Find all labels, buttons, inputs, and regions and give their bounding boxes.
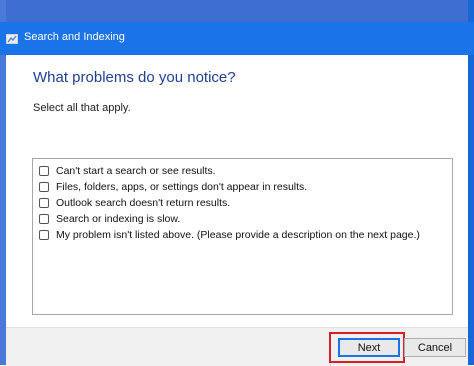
problem-label[interactable]: Can't start a search or see results.: [56, 165, 216, 177]
problem-item[interactable]: Outlook search doesn't return results.: [39, 195, 230, 210]
problem-item[interactable]: Files, folders, apps, or settings don't …: [39, 179, 307, 194]
background-top: [0, 0, 474, 22]
cancel-button[interactable]: Cancel: [404, 338, 466, 357]
problem-label[interactable]: Outlook search doesn't return results.: [56, 197, 230, 209]
wizard-content: What problems do you notice? Select all …: [6, 55, 468, 327]
window-title: Search and Indexing: [24, 31, 125, 43]
problem-item[interactable]: Can't start a search or see results.: [39, 163, 216, 178]
problem-checkbox[interactable]: [39, 197, 49, 208]
problem-checkbox[interactable]: [39, 165, 49, 176]
problem-label[interactable]: My problem isn't listed above. (Please p…: [56, 229, 420, 241]
problem-label[interactable]: Search or indexing is slow.: [56, 213, 180, 225]
problem-label[interactable]: Files, folders, apps, or settings don't …: [56, 181, 307, 193]
problem-checkbox[interactable]: [39, 213, 49, 224]
troubleshooter-icon: [6, 32, 18, 44]
next-button[interactable]: Next: [338, 338, 400, 357]
instruction-text: Select all that apply.: [33, 102, 131, 114]
title-bar[interactable]: Search and Indexing: [0, 22, 474, 55]
problem-item[interactable]: My problem isn't listed above. (Please p…: [39, 227, 420, 242]
problem-checkbox[interactable]: [39, 181, 49, 192]
page-title: What problems do you notice?: [33, 69, 236, 86]
problem-checklist[interactable]: Can't start a search or see results. Fil…: [32, 158, 453, 315]
problem-item[interactable]: Search or indexing is slow.: [39, 211, 180, 226]
problem-checkbox[interactable]: [39, 229, 49, 240]
